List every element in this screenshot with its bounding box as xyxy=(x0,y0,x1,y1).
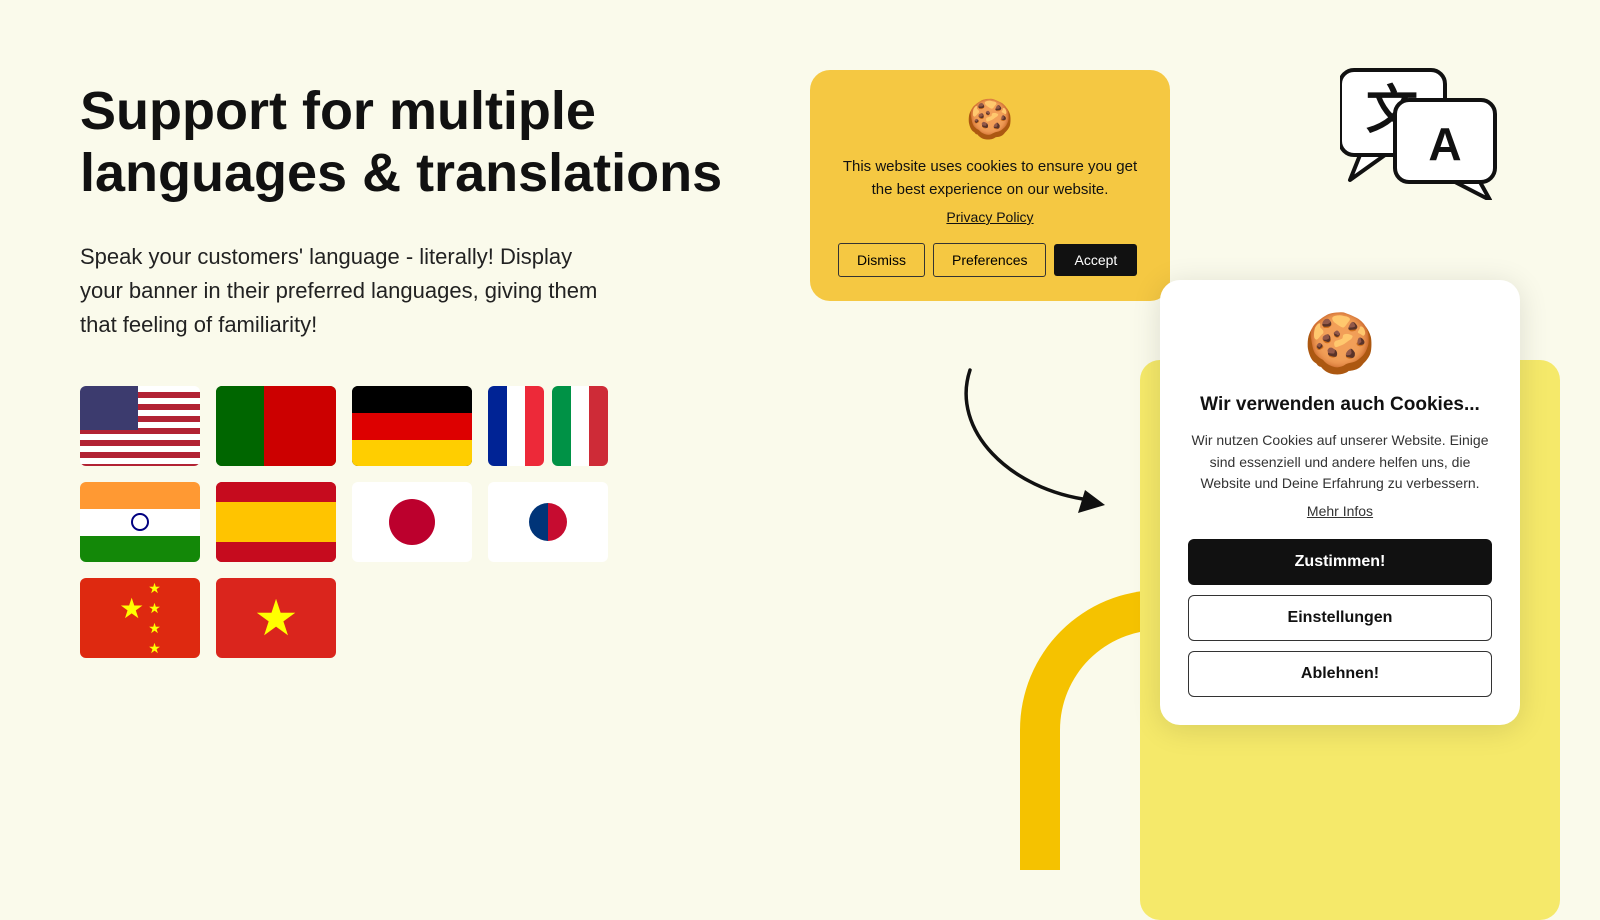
cookie-icon-yellow: 🍪 xyxy=(838,98,1142,142)
main-container: Support for multiplelanguages & translat… xyxy=(0,0,1600,900)
flag-fr xyxy=(488,386,544,466)
einstellungen-button[interactable]: Einstellungen xyxy=(1188,595,1492,641)
german-text: Wir nutzen Cookies auf unserer Website. … xyxy=(1188,430,1492,495)
cookie-icon-german: 🍪 xyxy=(1188,310,1492,378)
flag-cn: ★ ★ ★ ★ ★ xyxy=(80,578,200,658)
flag-de xyxy=(352,386,472,466)
cookie-buttons-row: Dismiss Preferences Accept xyxy=(838,243,1142,277)
translate-icon: 文 A xyxy=(1340,60,1500,200)
mehr-infos-link[interactable]: Mehr Infos xyxy=(1188,503,1492,519)
flag-us xyxy=(80,386,200,466)
headline: Support for multiplelanguages & translat… xyxy=(80,80,760,204)
flag-in xyxy=(80,482,200,562)
accept-button-yellow[interactable]: Accept xyxy=(1054,244,1137,276)
flag-it xyxy=(552,386,608,466)
flag-fr-it-group xyxy=(488,386,608,466)
flag-vn: ★ xyxy=(216,578,336,658)
flag-es xyxy=(216,482,336,562)
vn-star: ★ xyxy=(254,593,299,643)
german-title: Wir verwenden auch Cookies... xyxy=(1188,394,1492,416)
dismiss-button[interactable]: Dismiss xyxy=(838,243,925,277)
zustimmen-button[interactable]: Zustimmen! xyxy=(1188,539,1492,585)
flag-pt xyxy=(216,386,336,466)
flag-kr xyxy=(488,482,608,562)
preferences-button[interactable]: Preferences xyxy=(933,243,1046,277)
cookie-banner-yellow: 🍪 This website uses cookies to ensure yo… xyxy=(810,70,1170,301)
flag-jp xyxy=(352,482,472,562)
cookie-banner-german: 🍪 Wir verwenden auch Cookies... Wir nutz… xyxy=(1160,280,1520,725)
translate-icon-container: 文 A xyxy=(1340,60,1500,205)
svg-text:A: A xyxy=(1428,118,1461,170)
privacy-policy-link[interactable]: Privacy Policy xyxy=(838,209,1142,225)
description: Speak your customers' language - literal… xyxy=(80,240,620,342)
ablehnen-button[interactable]: Ablehnen! xyxy=(1188,651,1492,697)
right-side: 文 A 🍪 This website uses cookies to ensur… xyxy=(800,60,1520,840)
arrow-svg xyxy=(930,350,1130,530)
flags-grid: ★ ★ ★ ★ ★ ★ xyxy=(80,386,760,674)
cookie-banner-yellow-text: This website uses cookies to ensure you … xyxy=(838,156,1142,201)
left-side: Support for multiplelanguages & translat… xyxy=(80,60,800,840)
